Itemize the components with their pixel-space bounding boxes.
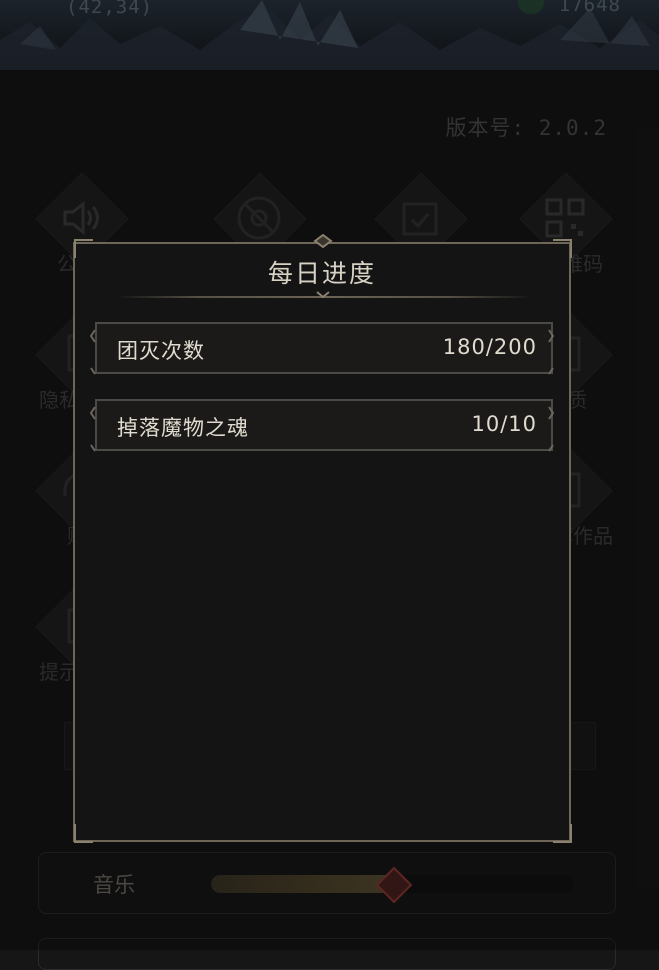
- dialog-ornament-frame: [74, 234, 572, 843]
